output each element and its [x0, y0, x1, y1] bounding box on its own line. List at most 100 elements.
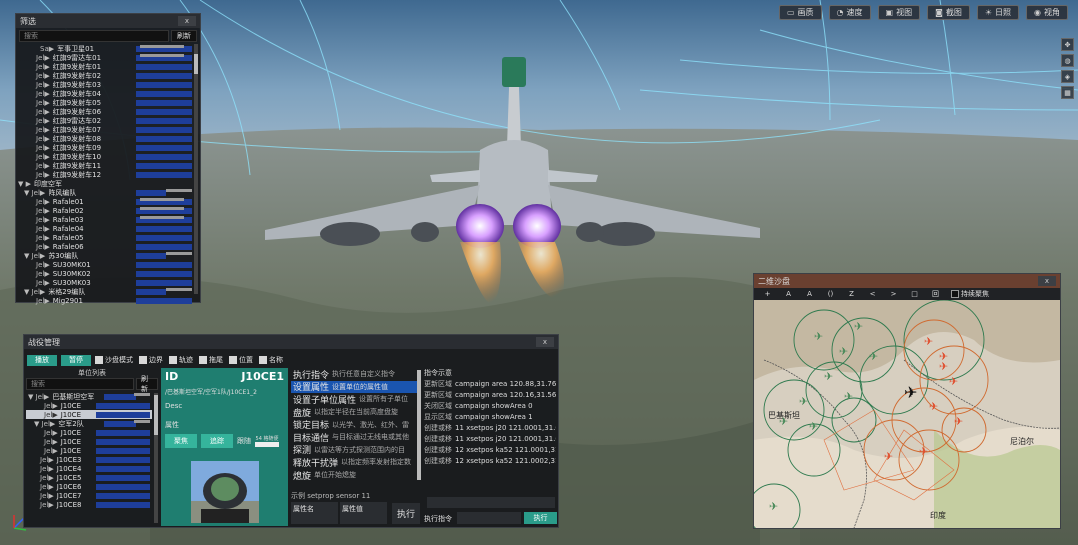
tree-row[interactable]: Jel▶ SU30MK02	[16, 269, 192, 278]
log-entry[interactable]: 创建或移 12 xsetpos ka52 121.0001,31	[424, 444, 556, 455]
toolbar-button-2[interactable]: ▣ 视图	[877, 5, 921, 20]
tree-row[interactable]: ▼ Jel▶ 米格29编队	[16, 287, 192, 296]
command-item[interactable]: 探测 以雷达等方式探测范围内的目	[291, 444, 419, 456]
checkbox[interactable]	[95, 356, 103, 364]
command-item[interactable]: 锁定目标 以光学、激光、红外、雷	[291, 418, 419, 431]
tree-row[interactable]: Jel▶ 红旗9发射车08	[16, 134, 192, 143]
toolbar-button-0[interactable]: ▭ 画质	[778, 5, 822, 20]
scrollbar[interactable]	[417, 370, 421, 480]
map-tool-button[interactable]: <	[863, 289, 882, 299]
play-button[interactable]: 播放	[27, 354, 57, 366]
unit-row[interactable]: Jel▶ J10CE	[26, 428, 152, 437]
checkbox-option[interactable]: 边界	[139, 355, 163, 365]
tree-row[interactable]: Jel▶ Rafale05	[16, 233, 192, 242]
tree-row[interactable]: Jel▶ Rafale01	[16, 197, 192, 206]
unit-row[interactable]: Jel▶ J10CE	[26, 401, 152, 410]
tree-row[interactable]: ▼ Jel▶ 苏30编队	[16, 251, 192, 260]
unit-row[interactable]: ▼ Jel▶ 空军2队	[26, 419, 152, 428]
map-tool-button[interactable]: □	[905, 289, 924, 299]
checkbox-option[interactable]: 沙盘模式	[95, 355, 133, 365]
checkbox[interactable]	[169, 356, 177, 364]
unit-row[interactable]: Jel▶ J10CE7	[26, 491, 152, 500]
log-entry[interactable]: 创建或移 12 xsetpos ka52 121.0002,31	[424, 455, 556, 466]
scrollbar[interactable]	[194, 44, 198, 294]
log-entry[interactable]: 显示区域 campaign showArea 1	[424, 411, 556, 422]
map-tool-button[interactable]: ()	[821, 289, 840, 299]
focus-button[interactable]: 聚焦	[165, 434, 197, 448]
close-icon[interactable]: x	[536, 337, 554, 347]
map-tool-button[interactable]: >	[884, 289, 903, 299]
log-entry[interactable]: 更新区域 campaign area 120.88,31.76,	[424, 378, 556, 389]
tree-row[interactable]: Jel▶ 红旗9发射车03	[16, 80, 192, 89]
tree-row[interactable]: Jel▶ 红旗9雷达车01	[16, 53, 192, 62]
tree-row[interactable]: Jel▶ Mig2901	[16, 296, 192, 305]
checkbox-option[interactable]: 拖尾	[199, 355, 223, 365]
exec-cmd-input[interactable]	[457, 512, 521, 524]
track-button[interactable]: 追踪	[201, 434, 233, 448]
map-tool-button[interactable]: Z	[842, 289, 861, 299]
tree-row[interactable]: Jel▶ Rafale02	[16, 206, 192, 215]
command-item[interactable]: 熄旋 单位开始熄旋	[291, 469, 419, 481]
checkbox-option[interactable]: 位置	[229, 355, 253, 365]
tree-row[interactable]: Jel▶ 红旗9发射车06	[16, 107, 192, 116]
unit-row[interactable]: Jel▶ J10CE5	[26, 473, 152, 482]
tree-row[interactable]: Jel▶ 红旗9发射车07	[16, 125, 192, 134]
tree-row[interactable]: Jel▶ SU30MK01	[16, 260, 192, 269]
command-item[interactable]: 设置子单位属性 设置所有子单位	[291, 393, 419, 405]
tree-row[interactable]: Jel▶ SU30MK03	[16, 278, 192, 287]
battle-panel-titlebar[interactable]: 战役管理 x	[24, 335, 558, 349]
globe-icon[interactable]: ◍	[1061, 54, 1074, 67]
keep-focus-option[interactable]: 持续聚焦	[951, 289, 989, 299]
checkbox[interactable]	[951, 290, 959, 298]
unit-row[interactable]: Jel▶ J10CE6	[26, 482, 152, 491]
command-item[interactable]: 设置属性 设置单位的属性值	[291, 380, 419, 394]
tree-row[interactable]: Jel▶ Rafale06	[16, 242, 192, 251]
follow-slider[interactable]	[255, 442, 279, 447]
filter-panel-titlebar[interactable]: 筛选 x	[16, 14, 200, 28]
checkbox[interactable]	[229, 356, 237, 364]
map-tool-button[interactable]: A	[779, 289, 798, 299]
unit-row[interactable]: Jel▶ J10CE	[26, 437, 152, 446]
filter-search-input[interactable]: 搜索	[19, 30, 169, 42]
close-icon[interactable]: x	[178, 16, 196, 26]
exec-cmd-button[interactable]: 执行	[524, 512, 557, 524]
log-entry[interactable]: 关闭区域 campaign showArea 0	[424, 400, 556, 411]
tree-row[interactable]: Jel▶ Rafale03	[16, 215, 192, 224]
map-panel-titlebar[interactable]: 二维沙盘 x	[754, 274, 1060, 288]
map-canvas[interactable]: ✈✈✈ ✈✈ ✈ ✈ ✈✈ ✈ ✈✈✈ ✈✈✈ ✈✈ ✈ 巴基斯坦 尼泊尔 印度	[754, 300, 1060, 528]
tree-row[interactable]: Jel▶ 红旗9发射车04	[16, 89, 192, 98]
map-icon[interactable]: ▦	[1061, 86, 1074, 99]
tree-row[interactable]: Jel▶ 红旗9发射车02	[16, 71, 192, 80]
pause-button[interactable]: 暂停	[61, 354, 91, 366]
unit-row[interactable]: Jel▶ J10CE	[26, 410, 152, 419]
toolbar-button-5[interactable]: ◉ 视角	[1026, 5, 1068, 20]
scrollbar-thumb[interactable]	[194, 54, 198, 74]
attr-name-input[interactable]: 属性名	[291, 502, 338, 524]
command-input-top[interactable]	[427, 497, 555, 508]
scrollbar-thumb[interactable]	[154, 395, 158, 435]
unit-row[interactable]: Jel▶ J10CE3	[26, 455, 152, 464]
tree-row[interactable]: Jel▶ 红旗9发射车10	[16, 152, 192, 161]
log-entry[interactable]: 创建或移 11 xsetpos j20 121.0001,31.0	[424, 422, 556, 433]
tree-row[interactable]: Jel▶ 红旗9发射车01	[16, 62, 192, 71]
unit-row[interactable]: Jel▶ J10CE	[26, 446, 152, 455]
tree-row[interactable]: Sa▶ 军事卫星01	[16, 44, 192, 53]
command-item[interactable]: 盘旋 以指定半径在当前高度盘旋	[291, 406, 419, 418]
command-item[interactable]: 执行指令 执行任意自定义指令	[291, 368, 419, 380]
checkbox[interactable]	[259, 356, 267, 364]
refresh-button[interactable]: 刷新	[136, 375, 158, 393]
map-tool-button[interactable]: +	[758, 289, 777, 299]
toolbar-button-4[interactable]: ☀ 日照	[976, 5, 1020, 20]
command-item[interactable]: 目标通信 与目标通过无线电或其他	[291, 431, 419, 443]
map-tool-button[interactable]: 回	[926, 289, 945, 299]
exec-button[interactable]: 执行	[392, 503, 420, 524]
checkbox-option[interactable]: 名称	[259, 355, 283, 365]
tree-row[interactable]: Jel▶ Rafale04	[16, 224, 192, 233]
command-item[interactable]: 释放干扰弹 以指定频率发射指定数	[291, 456, 419, 468]
tree-row[interactable]: Jel▶ 红旗9雷达车02	[16, 116, 192, 125]
map-tool-button[interactable]: A	[800, 289, 819, 299]
tree-row[interactable]: ▼ Jel▶ 阵风编队	[16, 188, 192, 197]
attr-value-input[interactable]: 属性值	[340, 502, 387, 524]
tree-row[interactable]: ▼ ▶ 印度空军	[16, 179, 192, 188]
log-entry[interactable]: 创建或移 11 xsetpos j20 121.0001,31.0	[424, 433, 556, 444]
